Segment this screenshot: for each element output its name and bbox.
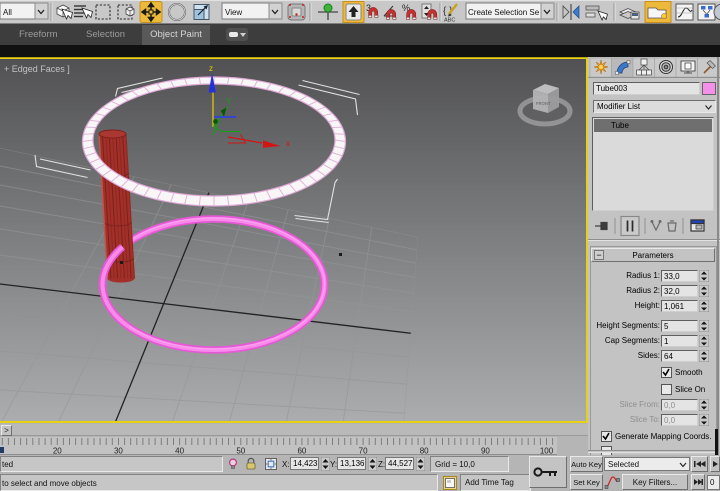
svg-text:ABC: ABC (444, 18, 455, 24)
svg-text:+ Edged Faces ]: + Edged Faces ] (4, 64, 70, 74)
svg-text:x: x (286, 139, 290, 148)
svg-text:50: 50 (236, 447, 245, 456)
svg-text:20: 20 (53, 447, 62, 456)
svg-text:Create Selection Se: Create Selection Se (468, 8, 540, 17)
svg-text:100: 100 (540, 447, 554, 456)
svg-text:80: 80 (420, 447, 429, 456)
svg-text:30: 30 (114, 447, 123, 456)
svg-text:Y: Y (226, 97, 232, 106)
svg-text:View: View (225, 8, 242, 17)
svg-text:z: z (209, 64, 213, 73)
svg-text:40: 40 (175, 447, 184, 456)
svg-text:60: 60 (297, 447, 306, 456)
svg-text:FRONT: FRONT (536, 101, 551, 106)
svg-text:All: All (3, 8, 12, 17)
svg-text:70: 70 (359, 447, 368, 456)
svg-text:90: 90 (481, 447, 490, 456)
